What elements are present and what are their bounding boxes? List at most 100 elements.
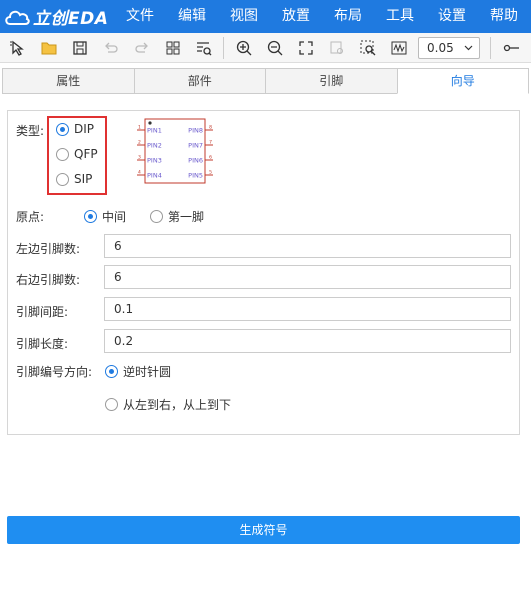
radio-sip[interactable] bbox=[56, 172, 69, 186]
preview-left-pin-label: PIN4 bbox=[147, 172, 162, 180]
radio-numbering-ccw[interactable] bbox=[105, 365, 118, 378]
pin1-marker-dot bbox=[148, 121, 152, 125]
cloud-logo-icon bbox=[5, 10, 30, 25]
undo-icon bbox=[104, 42, 118, 53]
zoom-select[interactable]: 0.05 bbox=[418, 36, 480, 59]
pin-line-icon bbox=[503, 44, 519, 51]
tab-properties[interactable]: 属性 bbox=[2, 68, 134, 94]
pin-length-input[interactable]: 0.2 bbox=[104, 329, 511, 353]
preview-left-pin-label: PIN3 bbox=[147, 157, 162, 165]
zoom-out-icon bbox=[267, 40, 282, 55]
type-option-label: DIP bbox=[74, 122, 95, 136]
radio-dip[interactable] bbox=[56, 122, 69, 136]
menu-bar: 立创EDA 文件 编辑 视图 放置 布局 工具 设置 帮助 bbox=[0, 0, 531, 33]
right-pins-label: 右边引脚数: bbox=[16, 273, 81, 287]
logo-text: 立创EDA bbox=[33, 9, 109, 29]
generate-symbol-button[interactable]: 生成符号 bbox=[7, 516, 520, 544]
toolbar: 0.05 bbox=[0, 33, 531, 63]
app-logo[interactable]: 立创EDA bbox=[0, 4, 120, 29]
grid-button[interactable] bbox=[162, 37, 183, 58]
menu-place[interactable]: 放置 bbox=[270, 0, 322, 33]
zoom-selection-button[interactable] bbox=[326, 37, 347, 58]
tab-pins[interactable]: 引脚 bbox=[265, 68, 397, 94]
symbol-preview: PIN1 PIN8 1 8 PIN2 PIN7 2 7 PIN3 PIN6 3 6 PIN4 PIN5 4 5 bbox=[137, 118, 213, 184]
pin-length-label: 引脚长度: bbox=[16, 337, 69, 351]
waveform-button[interactable] bbox=[388, 37, 409, 58]
fit-view-button[interactable] bbox=[295, 37, 316, 58]
list-search-icon bbox=[196, 41, 211, 55]
preview-right-pin-number: 6 bbox=[209, 155, 212, 161]
numbering-option-ltr[interactable]: 从左到右，从上到下 bbox=[105, 396, 231, 413]
origin-option-first-pin[interactable]: 第一脚 bbox=[150, 208, 204, 225]
chevron-down-icon bbox=[464, 45, 473, 50]
preview-right-pin-number: 7 bbox=[209, 140, 212, 146]
open-button[interactable] bbox=[38, 37, 59, 58]
type-option-dip[interactable]: DIP bbox=[56, 122, 94, 136]
left-pins-input[interactable]: 6 bbox=[104, 234, 511, 258]
menu-tools[interactable]: 工具 bbox=[374, 0, 426, 33]
select-tool-button[interactable] bbox=[7, 37, 28, 58]
numbering-option-label: 从左到右，从上到下 bbox=[123, 398, 232, 412]
radio-qfp[interactable] bbox=[56, 147, 69, 161]
zoom-in-button[interactable] bbox=[233, 37, 254, 58]
pin-spacing-label: 引脚间距: bbox=[16, 305, 69, 319]
preview-right-pin-number: 5 bbox=[209, 170, 212, 176]
menu-settings[interactable]: 设置 bbox=[426, 0, 478, 33]
pin-tool-button[interactable] bbox=[500, 37, 521, 58]
find-list-button[interactable] bbox=[193, 37, 214, 58]
zoom-area-button[interactable] bbox=[357, 37, 378, 58]
origin-option-center[interactable]: 中间 bbox=[84, 208, 126, 225]
wizard-panel: 类型: DIP QFP SIP PIN1 PIN8 1 8 PIN2 PIN7 2 7 PIN3… bbox=[7, 110, 520, 435]
numbering-label: 引脚编号方向: bbox=[16, 365, 93, 379]
zoom-out-button[interactable] bbox=[264, 37, 285, 58]
preview-right-pin-label: PIN7 bbox=[188, 142, 203, 150]
toolbar-divider bbox=[490, 36, 491, 59]
preview-left-pin-label: PIN1 bbox=[147, 127, 162, 135]
preview-left-pin-label: PIN2 bbox=[147, 142, 162, 150]
save-button[interactable] bbox=[69, 37, 90, 58]
zoom-value: 0.05 bbox=[427, 40, 454, 55]
preview-right-pin-label: PIN6 bbox=[188, 157, 203, 165]
origin-option-label: 第一脚 bbox=[168, 210, 205, 224]
type-option-qfp[interactable]: QFP bbox=[56, 147, 98, 161]
preview-left-pin-number: 2 bbox=[138, 140, 141, 146]
type-option-label: SIP bbox=[74, 172, 93, 186]
menu-edit[interactable]: 编辑 bbox=[166, 0, 218, 33]
radio-origin-first-pin[interactable] bbox=[150, 210, 163, 223]
preview-right-pin-label: PIN5 bbox=[188, 172, 203, 180]
type-option-sip[interactable]: SIP bbox=[56, 172, 92, 186]
left-pins-label: 左边引脚数: bbox=[16, 242, 81, 256]
preview-left-pin-number: 4 bbox=[138, 170, 141, 176]
origin-label: 原点: bbox=[16, 210, 45, 224]
fullscreen-icon bbox=[298, 40, 313, 55]
menu-help[interactable]: 帮助 bbox=[478, 0, 530, 33]
tab-parts[interactable]: 部件 bbox=[133, 68, 265, 94]
folder-icon bbox=[41, 42, 56, 54]
redo-icon bbox=[134, 42, 148, 53]
zoom-selection-icon bbox=[330, 41, 343, 54]
tab-wizard[interactable]: 向导 bbox=[396, 68, 529, 94]
preview-right-pin-number: 8 bbox=[209, 125, 212, 131]
zoom-area-icon bbox=[360, 40, 375, 55]
menu-layout[interactable]: 布局 bbox=[322, 0, 374, 33]
grid-icon bbox=[166, 41, 179, 54]
numbering-option-label: 逆时针圆 bbox=[123, 365, 172, 379]
right-pins-input[interactable]: 6 bbox=[104, 265, 511, 289]
menu-view[interactable]: 视图 bbox=[218, 0, 270, 33]
waveform-icon bbox=[391, 41, 406, 54]
save-icon bbox=[72, 40, 87, 55]
radio-numbering-ltr[interactable] bbox=[105, 398, 118, 411]
pin-spacing-input[interactable]: 0.1 bbox=[104, 297, 511, 321]
type-option-label: QFP bbox=[74, 147, 98, 161]
type-label: 类型: bbox=[16, 124, 45, 138]
undo-button[interactable] bbox=[100, 37, 121, 58]
preview-right-pin-label: PIN8 bbox=[188, 127, 203, 135]
preview-left-pin-number: 3 bbox=[138, 155, 141, 161]
select-cursor-icon bbox=[9, 40, 24, 56]
panel-tabs: 属性 部件 引脚 向导 bbox=[2, 68, 529, 94]
numbering-option-ccw[interactable]: 逆时针圆 bbox=[105, 363, 171, 380]
menu-file[interactable]: 文件 bbox=[120, 0, 166, 33]
radio-origin-center[interactable] bbox=[84, 210, 97, 223]
preview-left-pin-number: 1 bbox=[138, 125, 141, 131]
redo-button[interactable] bbox=[131, 37, 152, 58]
